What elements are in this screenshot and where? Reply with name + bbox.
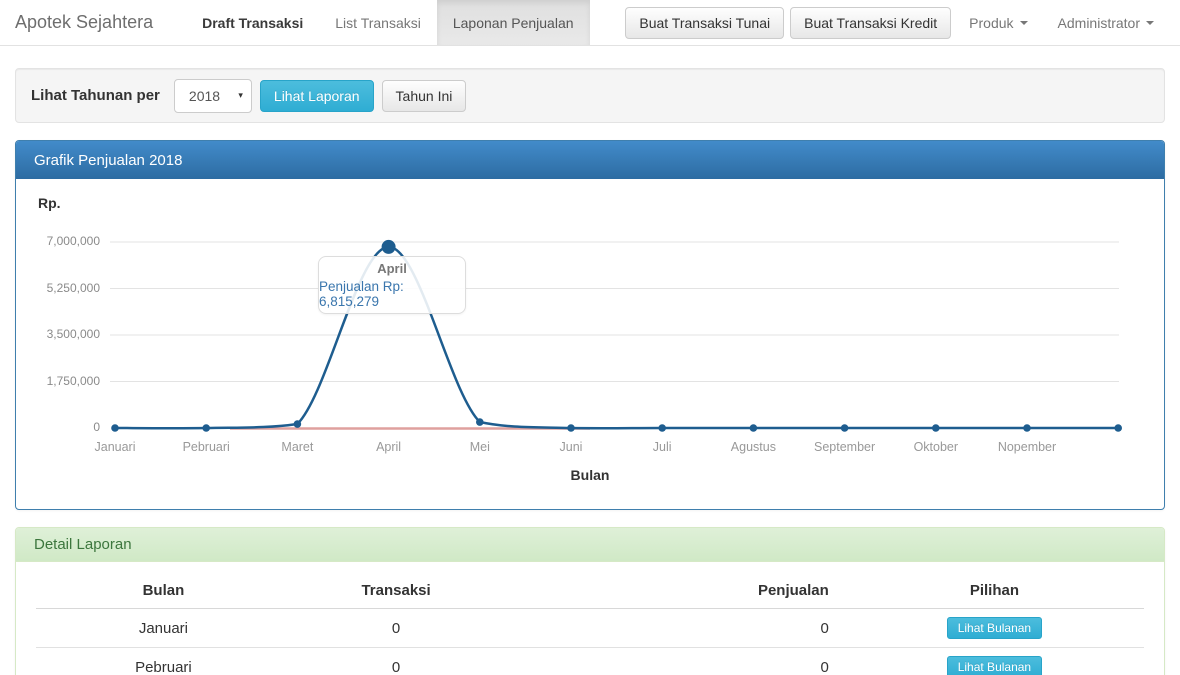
x-tick-label: Oktober [888, 440, 984, 454]
sales-chart-panel: Grafik Penjualan 2018 Rp. April Penjuala… [15, 140, 1165, 510]
year-select[interactable]: 2018 ▾ [174, 79, 252, 113]
x-tick-label: Juli [614, 440, 710, 454]
data-point[interactable] [202, 424, 210, 432]
chart-tooltip: April Penjualan Rp: 6,815,279 [318, 256, 466, 314]
x-tick-label: April [341, 440, 437, 454]
lihat-bulanan-button[interactable]: Lihat Bulanan [947, 617, 1042, 639]
monthly-report-table: BulanTransaksiPenjualanPilihan Januari00… [36, 576, 1144, 675]
y-tick-label: 7,000,000 [16, 234, 100, 248]
data-point[interactable] [1114, 424, 1122, 432]
transaksi-cell: 0 [291, 609, 502, 648]
select-caret-icon: ▾ [238, 90, 243, 101]
y-tick-label: 1,750,000 [16, 374, 100, 388]
administrator-dropdown[interactable]: Administrator [1046, 15, 1166, 31]
pilihan-cell: Lihat Bulanan [845, 609, 1144, 648]
navbar: Apotek Sejahtera Draft Transaksi List Tr… [0, 0, 1180, 46]
year-filter-label: Lihat Tahunan per [31, 87, 160, 104]
x-tick-label: Pebruari [158, 440, 254, 454]
y-tick-label: 5,250,000 [16, 281, 100, 295]
column-header-transaksi: Transaksi [291, 576, 502, 609]
buat-transaksi-kredit-button[interactable]: Buat Transaksi Kredit [790, 7, 951, 39]
x-tick-label: Januari [67, 440, 163, 454]
app-brand[interactable]: Apotek Sejahtera [0, 0, 168, 45]
nav-item-laporan-penjualan[interactable]: Laponan Penjualan [437, 0, 590, 45]
column-header-penjualan: Penjualan [501, 576, 844, 609]
tooltip-month: April [377, 261, 407, 276]
table-row: Januari00Lihat Bulanan [36, 609, 1144, 648]
x-tick-label: Juni [523, 440, 619, 454]
data-point[interactable] [111, 424, 119, 432]
penjualan-cell: 0 [501, 648, 844, 675]
caret-down-icon [1146, 21, 1154, 25]
x-axis-title: Bulan [550, 467, 630, 483]
x-tick-label: Nopember [979, 440, 1075, 454]
x-tick-label: Mei [432, 440, 528, 454]
sales-line-chart: Rp. April Penjualan Rp: 6,815,279 Bulan … [16, 179, 1164, 509]
y-tick-label: 3,500,000 [16, 327, 100, 341]
sales-series-line [115, 247, 1118, 428]
penjualan-cell: 0 [501, 609, 844, 648]
detail-panel-title: Detail Laporan [16, 528, 1164, 562]
x-tick-label: September [797, 440, 893, 454]
lihat-laporan-button[interactable]: Lihat Laporan [260, 80, 374, 112]
caret-down-icon [1020, 21, 1028, 25]
data-point[interactable] [476, 418, 484, 426]
y-axis-title: Rp. [38, 195, 61, 211]
month-cell: Pebruari [36, 648, 291, 675]
administrator-dropdown-label: Administrator [1058, 15, 1140, 31]
data-point[interactable] [294, 420, 302, 428]
data-point[interactable] [841, 424, 849, 432]
year-filter-bar: Lihat Tahunan per 2018 ▾ Lihat Laporan T… [15, 68, 1165, 123]
tooltip-value: Penjualan Rp: 6,815,279 [319, 279, 465, 309]
data-point-highlighted[interactable] [382, 240, 396, 254]
data-point[interactable] [658, 424, 666, 432]
column-header-pilihan: Pilihan [845, 576, 1144, 609]
nav-item-list-transaksi[interactable]: List Transaksi [319, 0, 437, 45]
nav-item-draft-transaksi[interactable]: Draft Transaksi [186, 0, 319, 45]
data-point[interactable] [1023, 424, 1031, 432]
y-tick-label: 0 [16, 420, 100, 434]
navbar-right: Buat Transaksi Tunai Buat Transaksi Kred… [625, 0, 1180, 45]
data-point[interactable] [567, 424, 575, 432]
produk-dropdown[interactable]: Produk [957, 15, 1039, 31]
year-select-value: 2018 [189, 88, 220, 104]
buat-transaksi-tunai-button[interactable]: Buat Transaksi Tunai [625, 7, 784, 39]
tahun-ini-button[interactable]: Tahun Ini [382, 80, 467, 112]
x-tick-label: Agustus [705, 440, 801, 454]
transaksi-cell: 0 [291, 648, 502, 675]
month-cell: Januari [36, 609, 291, 648]
lihat-bulanan-button[interactable]: Lihat Bulanan [947, 656, 1042, 675]
table-row: Pebruari00Lihat Bulanan [36, 648, 1144, 675]
chart-panel-title: Grafik Penjualan 2018 [16, 141, 1164, 179]
x-tick-label: Maret [249, 440, 345, 454]
detail-report-panel: Detail Laporan BulanTransaksiPenjualanPi… [15, 527, 1165, 675]
column-header-bulan: Bulan [36, 576, 291, 609]
nav-links: Draft Transaksi List Transaksi Laponan P… [186, 0, 589, 45]
data-point[interactable] [750, 424, 758, 432]
data-point[interactable] [932, 424, 940, 432]
chart-canvas [16, 179, 1164, 509]
produk-dropdown-label: Produk [969, 15, 1013, 31]
pilihan-cell: Lihat Bulanan [845, 648, 1144, 675]
